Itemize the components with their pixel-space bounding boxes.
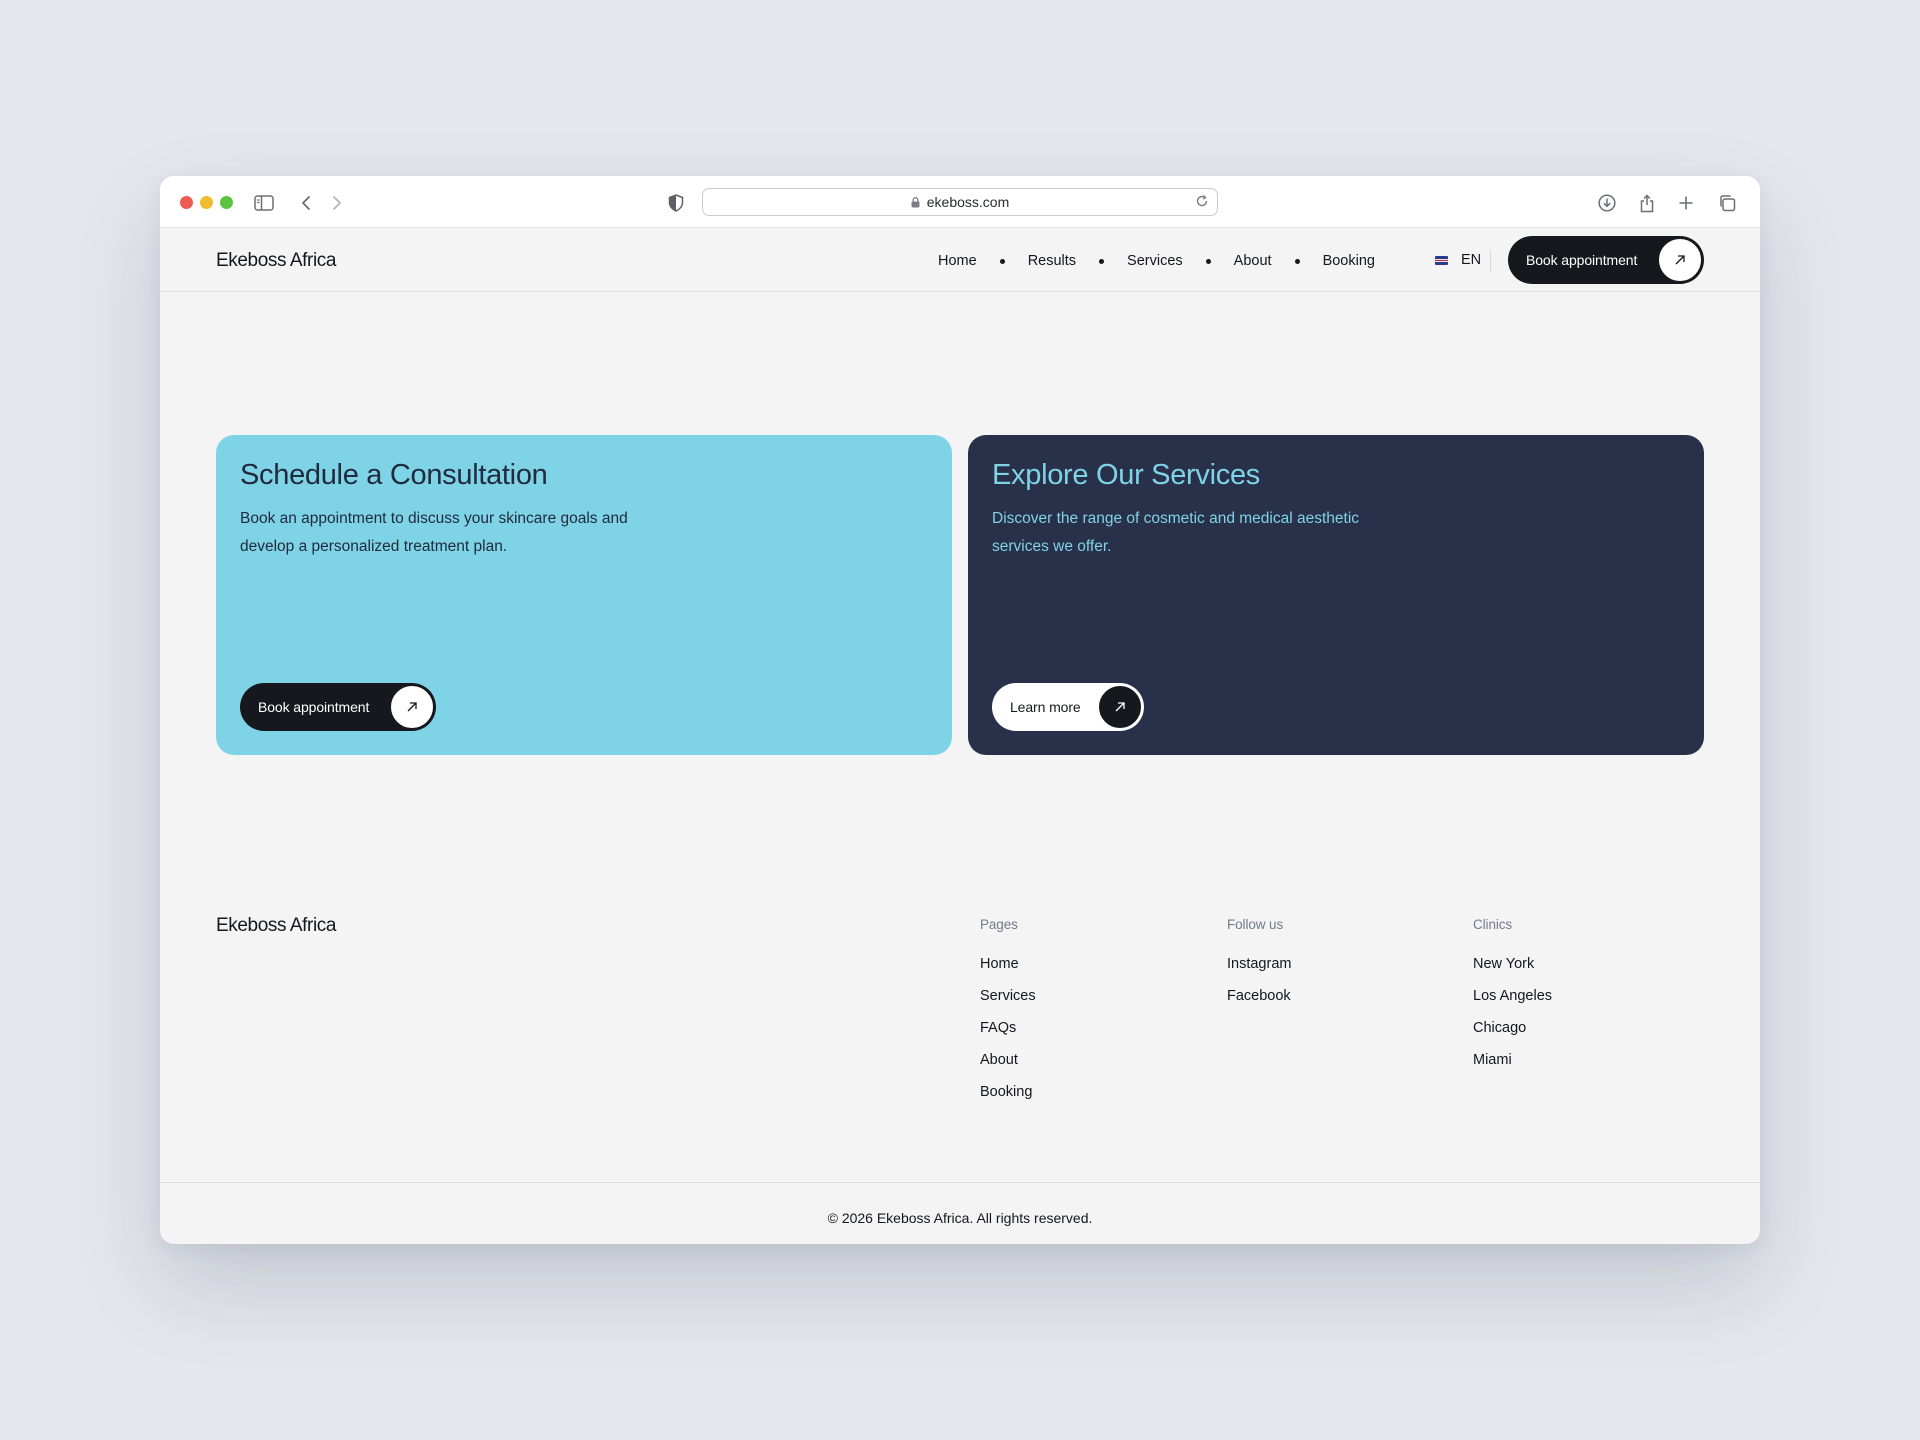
url-text: ekeboss.com	[926, 194, 1010, 210]
sidebar-toggle-icon[interactable]	[253, 192, 275, 214]
footer-column-heading: Clinics	[1473, 917, 1513, 932]
divider	[1490, 250, 1491, 272]
services-card: Explore Our Services Discover the range …	[968, 435, 1704, 755]
uk-flag-icon	[1435, 255, 1448, 265]
nav-separator	[1294, 258, 1300, 264]
close-window-button[interactable]	[180, 196, 193, 209]
back-icon[interactable]	[295, 192, 317, 214]
footer-column-pages: Pages Home Services FAQs About Booking	[980, 917, 1036, 1115]
site-header: Ekeboss Africa Home Results Services Abo…	[160, 228, 1760, 292]
share-icon[interactable]	[1636, 192, 1658, 214]
brand-logo[interactable]: Ekeboss Africa	[216, 250, 336, 272]
footer-column-follow-us: Follow us Instagram Facebook	[1227, 917, 1291, 1019]
learn-more-button[interactable]: Learn more	[992, 683, 1144, 731]
card-title: Schedule a Consultation	[240, 459, 548, 491]
footer-link-services[interactable]: Services	[980, 987, 1036, 1019]
copyright-text: © 2026 Ekeboss Africa. All rights reserv…	[827, 1210, 1093, 1226]
nav-separator	[1099, 258, 1105, 264]
tab-overview-icon[interactable]	[1716, 192, 1738, 214]
footer-brand-logo[interactable]: Ekeboss Africa	[216, 915, 336, 937]
card-title: Explore Our Services	[992, 459, 1260, 491]
arrow-up-right-icon	[1097, 684, 1143, 730]
new-tab-icon[interactable]	[1675, 192, 1697, 214]
downloads-icon[interactable]	[1596, 192, 1618, 214]
browser-toolbar: ekeboss.com	[160, 176, 1760, 228]
book-appointment-button[interactable]: Book appointment	[240, 683, 436, 731]
footer-link-new-york[interactable]: New York	[1473, 955, 1552, 987]
footer-link-booking[interactable]: Booking	[980, 1083, 1036, 1115]
nav-separator	[999, 258, 1005, 264]
footer-link-facebook[interactable]: Facebook	[1227, 987, 1291, 1019]
card-description: Discover the range of cosmetic and medic…	[992, 510, 1360, 555]
address-bar[interactable]: ekeboss.com	[702, 188, 1218, 216]
footer-link-home[interactable]: Home	[980, 955, 1036, 987]
reload-icon[interactable]	[1195, 194, 1209, 208]
minimize-window-button[interactable]	[200, 196, 213, 209]
privacy-shield-icon[interactable]	[665, 192, 687, 214]
language-selector[interactable]: EN	[1435, 252, 1481, 268]
arrow-up-right-icon	[389, 684, 435, 730]
header-book-appointment-button[interactable]: Book appointment	[1508, 236, 1704, 284]
main-nav: Home Results Services About Booking	[938, 252, 1375, 270]
lock-icon	[911, 196, 920, 208]
footer-column-heading: Pages	[980, 917, 1018, 932]
footer-column-heading: Follow us	[1227, 917, 1284, 932]
footer-link-chicago[interactable]: Chicago	[1473, 1019, 1552, 1051]
arrow-up-right-icon	[1657, 237, 1703, 283]
forward-icon[interactable]	[326, 192, 348, 214]
button-label: Learn more	[1010, 699, 1081, 715]
footer-link-miami[interactable]: Miami	[1473, 1051, 1552, 1083]
language-label: EN	[1461, 252, 1482, 268]
footer-link-los-angeles[interactable]: Los Angeles	[1473, 987, 1552, 1019]
browser-window: ekeboss.com Ekeboss Africa Home Results …	[160, 176, 1760, 1244]
footer-link-faqs[interactable]: FAQs	[980, 1019, 1036, 1051]
nav-separator	[1205, 258, 1211, 264]
nav-link-results[interactable]: Results	[1028, 253, 1076, 269]
footer-link-instagram[interactable]: Instagram	[1227, 955, 1291, 987]
footer-link-about[interactable]: About	[980, 1051, 1036, 1083]
maximize-window-button[interactable]	[220, 196, 233, 209]
nav-link-booking[interactable]: Booking	[1323, 253, 1375, 269]
footer-column-clinics: Clinics New York Los Angeles Chicago Mia…	[1473, 917, 1552, 1083]
consultation-card: Schedule a Consultation Book an appointm…	[216, 435, 952, 755]
card-description: Book an appointment to discuss your skin…	[240, 510, 628, 555]
button-label: Book appointment	[258, 699, 370, 715]
nav-link-home[interactable]: Home	[938, 253, 977, 269]
nav-link-about[interactable]: About	[1234, 253, 1272, 269]
button-label: Book appointment	[1526, 252, 1638, 268]
footer-divider	[160, 1182, 1760, 1183]
nav-link-services[interactable]: Services	[1127, 253, 1183, 269]
